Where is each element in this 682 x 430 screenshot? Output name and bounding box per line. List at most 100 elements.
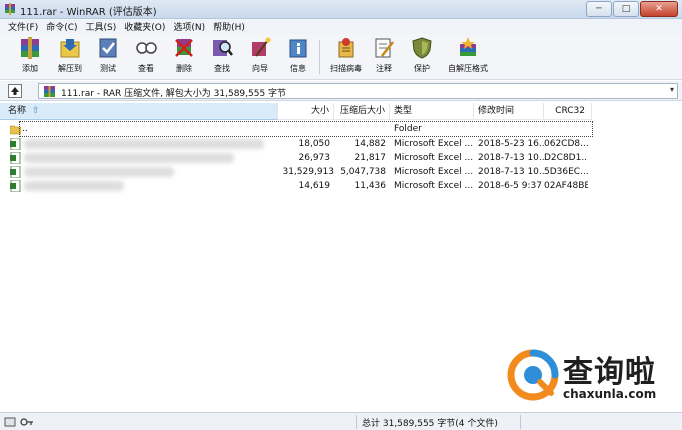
row-packed: 5,047,738 — [340, 167, 386, 177]
delete-button[interactable]: 删除 — [164, 36, 204, 78]
table-row[interactable]: 18,050 14,882 Microsoft Excel ... 2018-5… — [0, 137, 682, 151]
row-name — [24, 137, 264, 151]
excel-file-icon — [10, 166, 21, 178]
menu-bar: 文件(F) 命令(C) 工具(S) 收藏夹(O) 选项(N) 帮助(H) — [0, 19, 682, 34]
column-type-label: 类型 — [394, 106, 413, 116]
find-button[interactable]: 查找 — [202, 36, 242, 78]
maximize-icon: □ — [621, 4, 631, 14]
row-modified: 2018-7-13 10... — [478, 167, 544, 177]
excel-file-icon — [10, 152, 21, 164]
chevron-down-icon[interactable]: ▾ — [670, 85, 674, 94]
column-packed-label: 压缩后大小 — [339, 106, 385, 116]
test-icon — [99, 38, 117, 58]
status-total: 总计 31,589,555 字节(4 个文件) — [362, 419, 498, 429]
excel-file-icon — [10, 180, 21, 192]
archive-icon — [44, 86, 55, 97]
info-label: 信息 — [290, 64, 306, 73]
table-row[interactable]: 26,973 21,817 Microsoft Excel ... 2018-7… — [0, 151, 682, 165]
row-size: 26,973 — [298, 153, 331, 163]
row-type: Microsoft Excel ... — [394, 181, 474, 191]
watermark-title: 查询啦 — [563, 355, 656, 390]
delete-icon — [175, 39, 193, 57]
info-button[interactable]: 信息 — [278, 36, 318, 78]
view-label: 查看 — [138, 64, 154, 73]
status-bar: 总计 31,589,555 字节(4 个文件) — [0, 412, 682, 430]
row-name — [24, 179, 124, 193]
virus-scan-button[interactable]: 扫描病毒 — [324, 36, 368, 78]
comment-icon — [375, 38, 394, 58]
table-row[interactable]: .. Folder — [0, 121, 682, 137]
watermark-url: chaxunla.com — [563, 387, 657, 401]
column-header-modified[interactable]: 修改时间 — [474, 103, 544, 120]
find-icon — [213, 40, 233, 56]
test-button[interactable]: 测试 — [88, 36, 128, 78]
column-header-packed[interactable]: 压缩后大小 — [334, 103, 390, 120]
column-header-type[interactable]: 类型 — [390, 103, 474, 120]
menu-file[interactable]: 文件(F) — [4, 20, 42, 33]
table-row[interactable]: 31,529,913 5,047,738 Microsoft Excel ...… — [0, 165, 682, 179]
row-packed: 11,436 — [354, 181, 387, 191]
row-type: Folder — [394, 124, 422, 134]
extract-to-icon — [60, 39, 80, 58]
path-text: 111.rar - RAR 压缩文件, 解包大小为 31,589,555 字节 — [61, 89, 287, 99]
sfx-icon — [460, 37, 476, 56]
table-row[interactable]: 14,619 11,436 Microsoft Excel ... 2018-6… — [0, 179, 682, 193]
comment-button[interactable]: 注释 — [364, 36, 404, 78]
row-modified: 2018-7-13 10... — [478, 153, 544, 163]
virus-scan-label: 扫描病毒 — [330, 64, 362, 73]
view-button[interactable]: 查看 — [126, 36, 166, 78]
view-icon — [136, 42, 157, 54]
virus-scan-icon — [338, 38, 354, 58]
up-arrow-icon — [11, 87, 19, 95]
menu-help[interactable]: 帮助(H) — [209, 20, 249, 33]
toolbar: 添加 解压到 测试 查看 删除 查找 向导 信息 扫描病毒 注释 保护 自解压格… — [0, 34, 682, 80]
find-label: 查找 — [214, 64, 230, 73]
row-type: Microsoft Excel ... — [394, 167, 474, 177]
row-crc: 062CD8... — [544, 139, 588, 149]
test-label: 测试 — [100, 64, 116, 73]
title-bar: 111.rar - WinRAR (评估版本) ─ □ ✕ — [0, 0, 682, 19]
protect-icon — [412, 37, 432, 59]
row-packed: 21,817 — [354, 153, 387, 163]
delete-label: 删除 — [176, 64, 192, 73]
key-drive-icon — [4, 417, 33, 427]
up-folder-button[interactable] — [8, 84, 22, 98]
add-archive-icon — [21, 37, 39, 59]
wizard-button[interactable]: 向导 — [240, 36, 280, 78]
row-type: Microsoft Excel ... — [394, 153, 474, 163]
close-icon: ✕ — [655, 4, 663, 14]
column-name-label: 名称 — [8, 106, 27, 116]
add-button[interactable]: 添加 — [10, 36, 50, 78]
column-modified-label: 修改时间 — [478, 106, 515, 116]
menu-tools[interactable]: 工具(S) — [82, 20, 121, 33]
menu-favorites[interactable]: 收藏夹(O) — [120, 20, 169, 33]
column-header-crc[interactable]: CRC32 — [544, 103, 592, 120]
row-crc: 5D36EC... — [544, 167, 588, 177]
row-name — [24, 151, 234, 165]
row-name: .. — [19, 121, 593, 137]
chaxunla-logo-icon — [507, 349, 559, 401]
window-controls: ─ □ ✕ — [586, 1, 678, 17]
row-size: 18,050 — [298, 139, 331, 149]
row-size: 31,529,913 — [282, 167, 334, 177]
close-button[interactable]: ✕ — [640, 1, 678, 17]
minimize-button[interactable]: ─ — [586, 1, 612, 17]
wizard-icon — [252, 37, 271, 57]
wizard-label: 向导 — [252, 64, 268, 73]
column-header-size[interactable]: 大小 — [278, 103, 334, 120]
row-modified: 2018-6-5 9:37 — [478, 181, 542, 191]
row-crc: 02AF48BB — [544, 181, 588, 191]
excel-file-icon — [10, 138, 21, 150]
column-header-name[interactable]: 名称 ⇧ — [0, 103, 278, 120]
menu-commands[interactable]: 命令(C) — [42, 20, 81, 33]
comment-label: 注释 — [376, 64, 392, 73]
menu-options[interactable]: 选项(N) — [169, 20, 209, 33]
path-field[interactable]: 111.rar - RAR 压缩文件, 解包大小为 31,589,555 字节 … — [38, 83, 678, 99]
status-divider — [356, 415, 357, 429]
protect-button[interactable]: 保护 — [402, 36, 442, 78]
maximize-button[interactable]: □ — [613, 1, 639, 17]
extract-to-label: 解压到 — [58, 64, 82, 73]
extract-to-button[interactable]: 解压到 — [50, 36, 90, 78]
row-packed: 14,882 — [354, 139, 387, 149]
sfx-button[interactable]: 自解压格式 — [444, 36, 492, 78]
